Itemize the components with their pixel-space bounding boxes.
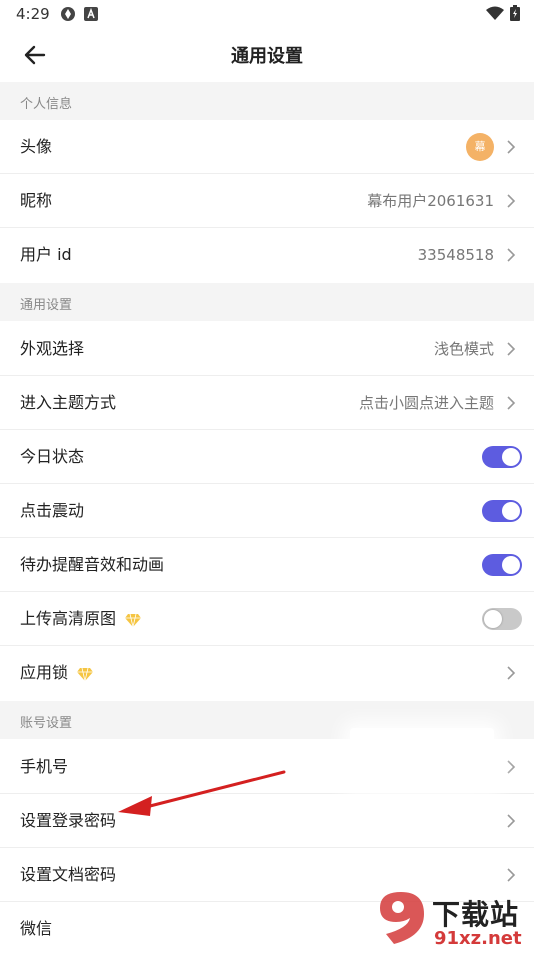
watermark-text: 下载站	[432, 898, 520, 931]
annotation-arrow	[118, 770, 286, 816]
watermark-url: 91xz.net	[434, 928, 522, 949]
watermark-logo-icon	[380, 892, 424, 944]
